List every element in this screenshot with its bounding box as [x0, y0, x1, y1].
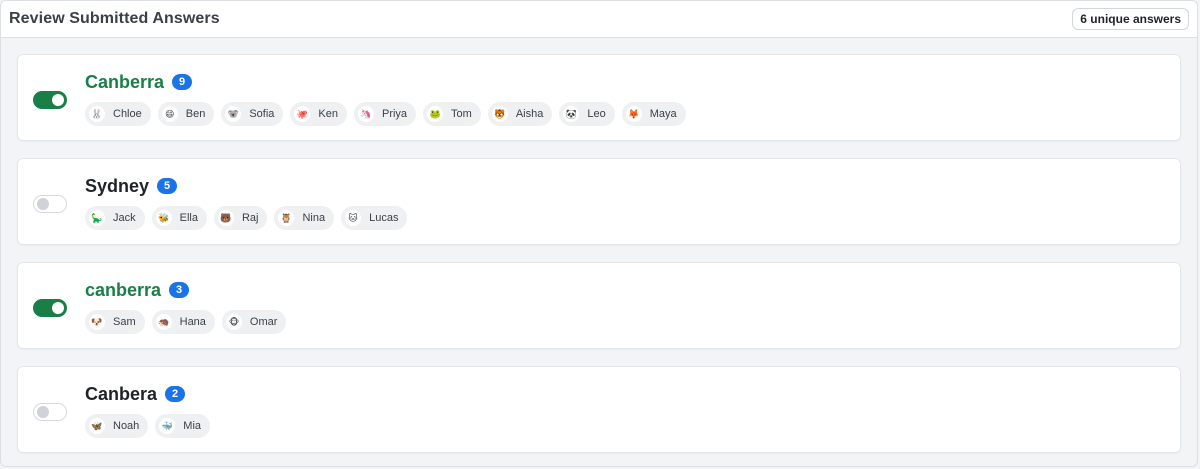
student-name: Ken	[318, 108, 338, 120]
student-chip[interactable]: 🐸 Tom	[423, 102, 481, 126]
toggle-knob	[37, 198, 49, 210]
student-chip[interactable]: 🐻 Raj	[213, 206, 268, 230]
unique-answers-count: 6 unique answers	[1072, 8, 1189, 30]
student-name: Nina	[302, 212, 326, 224]
student-name: Aisha	[515, 108, 544, 120]
answer-heading: Sydney 5	[85, 175, 178, 197]
student-avatar-icon: 🐯	[491, 106, 508, 122]
student-chip[interactable]: 🐵 Omar	[221, 310, 287, 334]
accept-answer-toggle[interactable]	[33, 403, 67, 421]
accept-answer-toggle[interactable]	[33, 195, 67, 213]
answer-heading: Canberra 9	[85, 71, 193, 93]
student-avatar-icon: 🦋	[89, 418, 105, 434]
student-name: Chloe	[113, 108, 142, 120]
student-chip[interactable]: 🦄 Priya	[353, 102, 417, 126]
student-name: Raj	[241, 212, 259, 224]
accept-answer-toggle[interactable]	[33, 299, 67, 317]
student-name: Omar	[249, 316, 278, 328]
toggle-knob	[52, 94, 64, 106]
answer-card: Sydney 5 🦕 Jack 🐝 Ella 🐻 Raj 🦉 Nina 🐱 Lucas	[17, 158, 1181, 245]
answer-count-badge: 3	[169, 282, 190, 298]
student-avatar-icon: 🐝	[155, 210, 172, 226]
student-avatar-icon: 🐱	[345, 210, 362, 226]
student-avatar-icon: 🐨	[225, 106, 242, 122]
student-chip[interactable]: 🦋 Noah	[85, 414, 149, 438]
student-name: Mia	[183, 420, 202, 432]
student-name: Lucas	[369, 212, 399, 224]
student-avatar-icon: 🐻	[217, 210, 234, 226]
student-chip[interactable]: 🐱 Lucas	[341, 206, 408, 230]
answer-heading: Canbera 2	[85, 383, 186, 405]
student-name: Noah	[113, 420, 140, 432]
student-chip[interactable]: 😄 Ben	[157, 102, 215, 126]
student-avatar-icon: 😄	[161, 106, 178, 122]
student-chip[interactable]: 🐶 Sam	[85, 310, 145, 334]
student-chip[interactable]: 🐝 Ella	[151, 206, 207, 230]
panel-header: Review Submitted Answers 6 unique answer…	[1, 1, 1197, 38]
toggle-knob	[52, 302, 64, 314]
student-name: Maya	[649, 108, 677, 120]
student-avatar-icon: 🐰	[89, 106, 105, 122]
student-avatar-icon: 🐶	[89, 314, 105, 330]
student-avatar-icon: 🦄	[357, 106, 374, 122]
student-avatar-icon: 🐼	[563, 106, 580, 122]
answer-count-badge: 2	[165, 386, 186, 402]
student-name: Ben	[185, 108, 206, 120]
student-chip[interactable]: 🦉 Nina	[274, 206, 335, 230]
answer-text: Sydney	[85, 176, 150, 196]
answer-card: canberra 3 🐶 Sam 🦔 Hana 🐵 Omar	[17, 262, 1181, 349]
student-avatar-icon: 🐳	[159, 418, 176, 434]
student-avatar-icon: 🦉	[278, 210, 295, 226]
student-chip-list: 🐰 Chloe 😄 Ben 🐨 Sofia 🐙 Ken 🦄 Priya 🐸 Tom 🐯 Aisha 🐼 Leo…	[85, 102, 686, 126]
review-panel: Review Submitted Answers 6 unique answer…	[0, 0, 1198, 467]
student-chip[interactable]: 🦕 Jack	[85, 206, 145, 230]
answer-text: canberra	[85, 280, 162, 300]
student-name: Sofia	[249, 108, 275, 120]
student-avatar-icon: 🐙	[294, 106, 311, 122]
student-avatar-icon: 🦔	[155, 314, 172, 330]
student-chip[interactable]: 🦔 Hana	[151, 310, 215, 334]
answer-heading: canberra 3	[85, 279, 190, 301]
answer-text: Canbera	[85, 384, 158, 404]
student-chip[interactable]: 🐙 Ken	[290, 102, 347, 126]
student-avatar-icon: 🐸	[427, 106, 444, 122]
student-name: Priya	[381, 108, 408, 120]
student-chip[interactable]: 🦊 Maya	[621, 102, 686, 126]
answer-text: Canberra	[85, 72, 165, 92]
answer-card: Canberra 9 🐰 Chloe 😄 Ben 🐨 Sofia 🐙 Ken 🦄 Priya 🐸 Tom 🐯…	[17, 54, 1181, 141]
student-avatar-icon: 🦊	[625, 106, 642, 122]
student-name: Ella	[179, 212, 198, 224]
answer-list: Canberra 9 🐰 Chloe 😄 Ben 🐨 Sofia 🐙 Ken 🦄 Priya 🐸 Tom 🐯…	[1, 38, 1197, 453]
student-name: Hana	[179, 316, 206, 328]
student-name: Sam	[113, 316, 136, 328]
student-name: Tom	[451, 108, 472, 120]
student-name: Jack	[113, 212, 136, 224]
student-name: Leo	[587, 108, 606, 120]
student-chip[interactable]: 🐳 Mia	[155, 414, 211, 438]
student-chip-list: 🦕 Jack 🐝 Ella 🐻 Raj 🦉 Nina 🐱 Lucas	[85, 206, 408, 230]
accept-answer-toggle[interactable]	[33, 91, 67, 109]
answer-count-badge: 5	[157, 178, 178, 194]
answer-count-badge: 9	[172, 74, 193, 90]
student-chip-list: 🦋 Noah 🐳 Mia	[85, 414, 211, 438]
student-avatar-icon: 🐵	[225, 314, 242, 330]
student-avatar-icon: 🦕	[89, 210, 105, 226]
toggle-knob	[37, 406, 49, 418]
student-chip[interactable]: 🐼 Leo	[559, 102, 615, 126]
student-chip[interactable]: 🐨 Sofia	[221, 102, 284, 126]
student-chip[interactable]: 🐯 Aisha	[487, 102, 553, 126]
student-chip[interactable]: 🐰 Chloe	[85, 102, 151, 126]
answer-card: Canbera 2 🦋 Noah 🐳 Mia	[17, 366, 1181, 453]
page-title: Review Submitted Answers	[9, 10, 220, 27]
student-chip-list: 🐶 Sam 🦔 Hana 🐵 Omar	[85, 310, 287, 334]
